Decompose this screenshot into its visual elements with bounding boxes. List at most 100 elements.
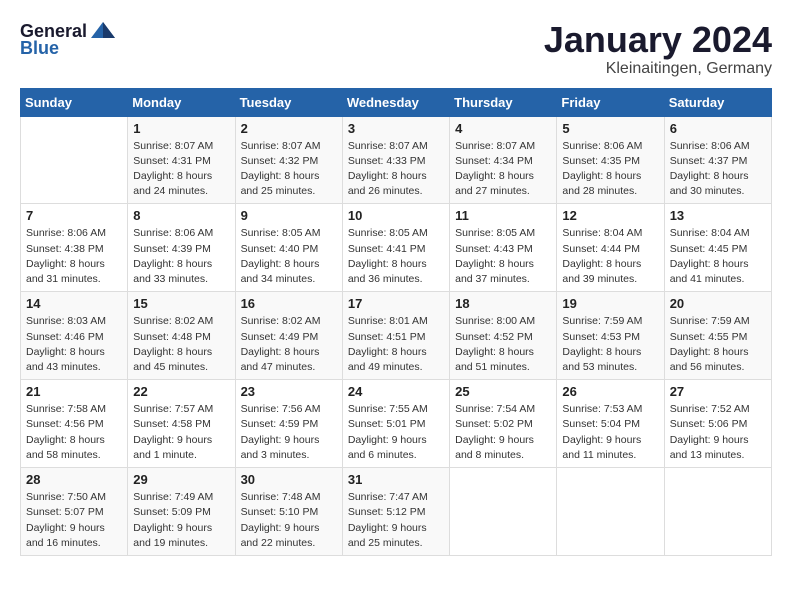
day-number: 5 bbox=[562, 121, 658, 136]
day-info: Sunrise: 7:50 AM Sunset: 5:07 PM Dayligh… bbox=[26, 490, 122, 551]
calendar-header-row: SundayMondayTuesdayWednesdayThursdayFrid… bbox=[21, 88, 772, 116]
calendar-cell bbox=[450, 468, 557, 556]
calendar-cell: 22 Sunrise: 7:57 AM Sunset: 4:58 PM Dayli… bbox=[128, 380, 235, 468]
logo-icon bbox=[89, 20, 117, 42]
calendar-cell: 4 Sunrise: 8:07 AM Sunset: 4:34 PM Daylig… bbox=[450, 116, 557, 204]
calendar-cell: 8Sunrise: 8:06 AM Sunset: 4:39 PM Daylig… bbox=[128, 204, 235, 292]
day-number: 27 bbox=[670, 384, 766, 399]
day-info: Sunrise: 7:59 AM Sunset: 4:55 PM Dayligh… bbox=[670, 314, 766, 375]
weekday-header: Friday bbox=[557, 88, 664, 116]
calendar-week-row: 21Sunrise: 7:58 AM Sunset: 4:56 PM Dayli… bbox=[21, 380, 772, 468]
calendar-cell: 24 Sunrise: 7:55 AM Sunset: 5:01 PM Dayli… bbox=[342, 380, 449, 468]
calendar-cell: 6 Sunrise: 8:06 AM Sunset: 4:37 PM Daylig… bbox=[664, 116, 771, 204]
day-info: Sunrise: 8:06 AM Sunset: 4:39 PM Dayligh… bbox=[133, 226, 229, 287]
day-number: 28 bbox=[26, 472, 122, 487]
weekday-header: Wednesday bbox=[342, 88, 449, 116]
weekday-header: Sunday bbox=[21, 88, 128, 116]
day-number: 31 bbox=[348, 472, 444, 487]
calendar-cell: 21Sunrise: 7:58 AM Sunset: 4:56 PM Dayli… bbox=[21, 380, 128, 468]
day-info: Sunrise: 7:47 AM Sunset: 5:12 PM Dayligh… bbox=[348, 490, 444, 551]
day-info: Sunrise: 8:07 AM Sunset: 4:33 PM Dayligh… bbox=[348, 139, 444, 200]
day-info: Sunrise: 8:06 AM Sunset: 4:35 PM Dayligh… bbox=[562, 139, 658, 200]
location: Kleinaitingen, Germany bbox=[544, 60, 772, 78]
day-number: 16 bbox=[241, 296, 337, 311]
calendar-week-row: 7Sunrise: 8:06 AM Sunset: 4:38 PM Daylig… bbox=[21, 204, 772, 292]
calendar-cell: 2 Sunrise: 8:07 AM Sunset: 4:32 PM Daylig… bbox=[235, 116, 342, 204]
calendar-cell: 10 Sunrise: 8:05 AM Sunset: 4:41 PM Dayli… bbox=[342, 204, 449, 292]
day-info: Sunrise: 8:05 AM Sunset: 4:41 PM Dayligh… bbox=[348, 226, 444, 287]
calendar-cell: 17 Sunrise: 8:01 AM Sunset: 4:51 PM Dayli… bbox=[342, 292, 449, 380]
calendar-cell: 18 Sunrise: 8:00 AM Sunset: 4:52 PM Dayli… bbox=[450, 292, 557, 380]
month-title: January 2024 bbox=[544, 20, 772, 60]
day-info: Sunrise: 8:07 AM Sunset: 4:34 PM Dayligh… bbox=[455, 139, 551, 200]
calendar-week-row: 1Sunrise: 8:07 AM Sunset: 4:31 PM Daylig… bbox=[21, 116, 772, 204]
calendar-cell: 9 Sunrise: 8:05 AM Sunset: 4:40 PM Daylig… bbox=[235, 204, 342, 292]
calendar-cell: 31 Sunrise: 7:47 AM Sunset: 5:12 PM Dayli… bbox=[342, 468, 449, 556]
day-info: Sunrise: 7:55 AM Sunset: 5:01 PM Dayligh… bbox=[348, 402, 444, 463]
day-number: 6 bbox=[670, 121, 766, 136]
page-header: General Blue January 2024 Kleinaitingen,… bbox=[20, 20, 772, 78]
day-number: 26 bbox=[562, 384, 658, 399]
day-number: 23 bbox=[241, 384, 337, 399]
day-number: 30 bbox=[241, 472, 337, 487]
calendar-cell: 5 Sunrise: 8:06 AM Sunset: 4:35 PM Daylig… bbox=[557, 116, 664, 204]
calendar-table: SundayMondayTuesdayWednesdayThursdayFrid… bbox=[20, 88, 772, 556]
logo-blue: Blue bbox=[20, 38, 59, 59]
day-number: 4 bbox=[455, 121, 551, 136]
day-number: 13 bbox=[670, 208, 766, 223]
day-info: Sunrise: 8:05 AM Sunset: 4:43 PM Dayligh… bbox=[455, 226, 551, 287]
calendar-cell: 20Sunrise: 7:59 AM Sunset: 4:55 PM Dayli… bbox=[664, 292, 771, 380]
calendar-cell: 7Sunrise: 8:06 AM Sunset: 4:38 PM Daylig… bbox=[21, 204, 128, 292]
day-info: Sunrise: 7:52 AM Sunset: 5:06 PM Dayligh… bbox=[670, 402, 766, 463]
calendar-cell bbox=[664, 468, 771, 556]
day-number: 24 bbox=[348, 384, 444, 399]
calendar-cell: 27 Sunrise: 7:52 AM Sunset: 5:06 PM Dayli… bbox=[664, 380, 771, 468]
calendar-week-row: 14 Sunrise: 8:03 AM Sunset: 4:46 PM Dayli… bbox=[21, 292, 772, 380]
day-info: Sunrise: 7:48 AM Sunset: 5:10 PM Dayligh… bbox=[241, 490, 337, 551]
day-number: 2 bbox=[241, 121, 337, 136]
calendar-cell: 25 Sunrise: 7:54 AM Sunset: 5:02 PM Dayli… bbox=[450, 380, 557, 468]
calendar-cell: 28 Sunrise: 7:50 AM Sunset: 5:07 PM Dayli… bbox=[21, 468, 128, 556]
day-number: 25 bbox=[455, 384, 551, 399]
weekday-header: Thursday bbox=[450, 88, 557, 116]
logo: General Blue bbox=[20, 20, 117, 59]
day-number: 29 bbox=[133, 472, 229, 487]
calendar-week-row: 28 Sunrise: 7:50 AM Sunset: 5:07 PM Dayli… bbox=[21, 468, 772, 556]
calendar-cell: 3Sunrise: 8:07 AM Sunset: 4:33 PM Daylig… bbox=[342, 116, 449, 204]
day-info: Sunrise: 8:03 AM Sunset: 4:46 PM Dayligh… bbox=[26, 314, 122, 375]
day-info: Sunrise: 7:54 AM Sunset: 5:02 PM Dayligh… bbox=[455, 402, 551, 463]
day-number: 15 bbox=[133, 296, 229, 311]
calendar-cell: 14 Sunrise: 8:03 AM Sunset: 4:46 PM Dayli… bbox=[21, 292, 128, 380]
day-info: Sunrise: 7:56 AM Sunset: 4:59 PM Dayligh… bbox=[241, 402, 337, 463]
day-info: Sunrise: 8:05 AM Sunset: 4:40 PM Dayligh… bbox=[241, 226, 337, 287]
day-number: 10 bbox=[348, 208, 444, 223]
day-info: Sunrise: 7:57 AM Sunset: 4:58 PM Dayligh… bbox=[133, 402, 229, 463]
calendar-cell bbox=[557, 468, 664, 556]
day-number: 21 bbox=[26, 384, 122, 399]
day-info: Sunrise: 7:49 AM Sunset: 5:09 PM Dayligh… bbox=[133, 490, 229, 551]
day-number: 17 bbox=[348, 296, 444, 311]
day-info: Sunrise: 8:00 AM Sunset: 4:52 PM Dayligh… bbox=[455, 314, 551, 375]
day-number: 18 bbox=[455, 296, 551, 311]
calendar-cell: 19Sunrise: 7:59 AM Sunset: 4:53 PM Dayli… bbox=[557, 292, 664, 380]
calendar-cell bbox=[21, 116, 128, 204]
day-info: Sunrise: 8:02 AM Sunset: 4:49 PM Dayligh… bbox=[241, 314, 337, 375]
day-info: Sunrise: 7:53 AM Sunset: 5:04 PM Dayligh… bbox=[562, 402, 658, 463]
day-info: Sunrise: 7:59 AM Sunset: 4:53 PM Dayligh… bbox=[562, 314, 658, 375]
day-info: Sunrise: 8:07 AM Sunset: 4:32 PM Dayligh… bbox=[241, 139, 337, 200]
calendar-cell: 23 Sunrise: 7:56 AM Sunset: 4:59 PM Dayli… bbox=[235, 380, 342, 468]
day-number: 22 bbox=[133, 384, 229, 399]
calendar-cell: 11 Sunrise: 8:05 AM Sunset: 4:43 PM Dayli… bbox=[450, 204, 557, 292]
calendar-cell: 12Sunrise: 8:04 AM Sunset: 4:44 PM Dayli… bbox=[557, 204, 664, 292]
day-info: Sunrise: 8:06 AM Sunset: 4:37 PM Dayligh… bbox=[670, 139, 766, 200]
day-info: Sunrise: 8:07 AM Sunset: 4:31 PM Dayligh… bbox=[133, 139, 229, 200]
day-number: 14 bbox=[26, 296, 122, 311]
day-number: 9 bbox=[241, 208, 337, 223]
calendar-cell: 13Sunrise: 8:04 AM Sunset: 4:45 PM Dayli… bbox=[664, 204, 771, 292]
weekday-header: Monday bbox=[128, 88, 235, 116]
calendar-cell: 15 Sunrise: 8:02 AM Sunset: 4:48 PM Dayli… bbox=[128, 292, 235, 380]
day-info: Sunrise: 8:01 AM Sunset: 4:51 PM Dayligh… bbox=[348, 314, 444, 375]
title-block: January 2024 Kleinaitingen, Germany bbox=[544, 20, 772, 78]
day-number: 11 bbox=[455, 208, 551, 223]
day-info: Sunrise: 8:02 AM Sunset: 4:48 PM Dayligh… bbox=[133, 314, 229, 375]
